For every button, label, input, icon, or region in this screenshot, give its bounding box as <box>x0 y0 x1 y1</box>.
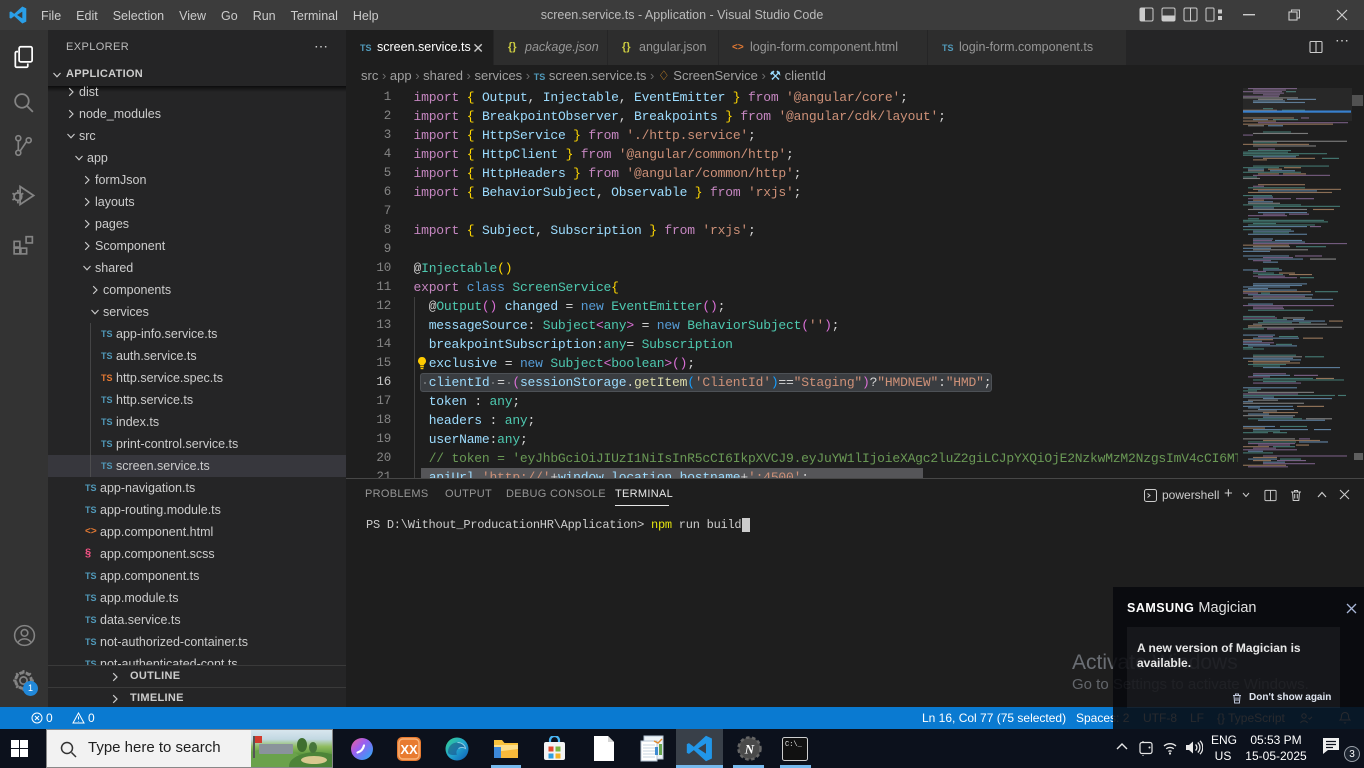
svg-text:C:\_: C:\_ <box>785 741 803 749</box>
svg-text:XX: XX <box>400 742 418 757</box>
svg-text:N: N <box>744 742 755 757</box>
